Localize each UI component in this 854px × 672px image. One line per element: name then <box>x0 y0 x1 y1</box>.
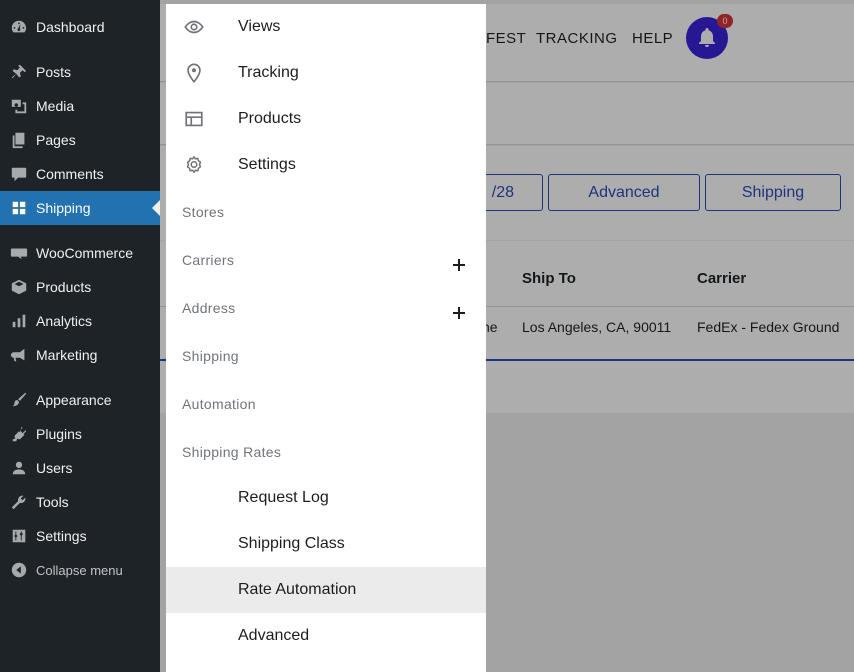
plug-icon <box>9 424 29 444</box>
pin-icon <box>9 62 29 82</box>
drawer-subitem-shipping-class[interactable]: Shipping Class <box>166 521 486 567</box>
gear-icon <box>182 153 206 177</box>
wp-menu-label: Pages <box>36 132 76 148</box>
bar-chart-icon <box>9 311 29 331</box>
drawer-item-label: Products <box>238 110 302 127</box>
drawer-item-views[interactable]: Views <box>166 4 486 50</box>
wp-menu-users[interactable]: Users <box>0 451 160 485</box>
wp-menu-analytics[interactable]: Analytics <box>0 304 160 338</box>
drawer-item-settings[interactable]: Settings <box>166 142 486 188</box>
drawer-subitem-label: Shipping Class <box>238 535 345 552</box>
wp-menu-posts[interactable]: Posts <box>0 55 160 89</box>
drawer-item-label: Tracking <box>238 64 299 81</box>
drawer-subitem-advanced[interactable]: Advanced <box>166 613 486 659</box>
user-icon <box>9 458 29 478</box>
drawer-section-stores[interactable]: Stores <box>182 204 224 220</box>
wp-collapse-menu[interactable]: Collapse menu <box>0 553 160 587</box>
wp-menu-label: Tools <box>36 494 69 510</box>
media-icon <box>9 96 29 116</box>
drawer-subitem-label: Advanced <box>238 627 310 644</box>
wp-menu-label: Dashboard <box>36 19 105 35</box>
wp-admin-sidebar: Dashboard Posts Media Pages Comments Shi… <box>0 0 160 672</box>
eye-icon <box>182 15 206 39</box>
wp-menu-label: Plugins <box>36 426 82 442</box>
drawer-item-label: Settings <box>238 156 296 173</box>
paintbrush-icon <box>9 390 29 410</box>
wp-menu-label: Comments <box>36 166 104 182</box>
wp-menu-dashboard[interactable]: Dashboard <box>0 10 160 44</box>
wp-menu-appearance[interactable]: Appearance <box>0 383 160 417</box>
wp-menu-pages[interactable]: Pages <box>0 123 160 157</box>
table-layout-icon <box>182 107 206 131</box>
box-icon <box>9 277 29 297</box>
drawer-section-shipping-rates[interactable]: Shipping Rates <box>182 444 281 460</box>
wp-menu-tools[interactable]: Tools <box>0 485 160 519</box>
drawer-subitem-request-log[interactable]: Request Log <box>166 475 486 521</box>
megaphone-icon <box>9 345 29 365</box>
dashboard-icon <box>9 17 29 37</box>
drawer-subitem-label: Rate Automation <box>238 581 357 598</box>
wp-menu-label: Marketing <box>36 347 98 363</box>
drawer-section-automation[interactable]: Automation <box>182 396 256 412</box>
wp-menu-label: Analytics <box>36 313 93 329</box>
map-pin-icon <box>182 61 206 85</box>
drawer-item-tracking[interactable]: Tracking <box>166 50 486 96</box>
wp-menu-marketing[interactable]: Marketing <box>0 338 160 372</box>
wp-menu-comments[interactable]: Comments <box>0 157 160 191</box>
comments-icon <box>9 164 29 184</box>
wp-menu-label: Media <box>36 98 75 114</box>
wp-menu-products[interactable]: Products <box>0 270 160 304</box>
wp-menu-shipping[interactable]: Shipping <box>0 191 160 225</box>
wp-menu-label: Posts <box>36 64 72 80</box>
wp-menu-label: Collapse menu <box>36 562 123 578</box>
wp-menu-label: Users <box>36 460 73 476</box>
pages-icon <box>9 130 29 150</box>
wp-menu-label: Settings <box>36 528 87 544</box>
grid-icon <box>9 198 29 218</box>
wp-menu-plugins[interactable]: Plugins <box>0 417 160 451</box>
plus-icon[interactable] <box>450 304 468 322</box>
drawer-subitem-rate-automation[interactable]: Rate Automation <box>166 567 486 613</box>
wp-menu-woocommerce[interactable]: WooCommerce <box>0 236 160 270</box>
sliders-icon <box>9 526 29 546</box>
wp-menu-label: Shipping <box>36 200 91 216</box>
drawer-section-carriers[interactable]: Carriers <box>182 252 234 268</box>
drawer-section-shipping[interactable]: Shipping <box>182 348 239 364</box>
wp-menu-label: Products <box>36 279 92 295</box>
wp-menu-label: WooCommerce <box>36 245 133 261</box>
wp-menu-media[interactable]: Media <box>0 89 160 123</box>
drawer-subitem-label: Request Log <box>238 489 329 506</box>
navigation-drawer: Views Tracking Products Settings Stores … <box>166 4 486 672</box>
drawer-section-address[interactable]: Address <box>182 300 235 316</box>
drawer-item-products[interactable]: Products <box>166 96 486 142</box>
drawer-item-label: Views <box>238 18 281 35</box>
plus-icon[interactable] <box>450 256 468 274</box>
wp-menu-settings[interactable]: Settings <box>0 519 160 553</box>
woo-icon <box>9 243 29 263</box>
wrench-icon <box>9 492 29 512</box>
wp-menu-label: Appearance <box>36 392 112 408</box>
collapse-icon <box>9 560 29 580</box>
